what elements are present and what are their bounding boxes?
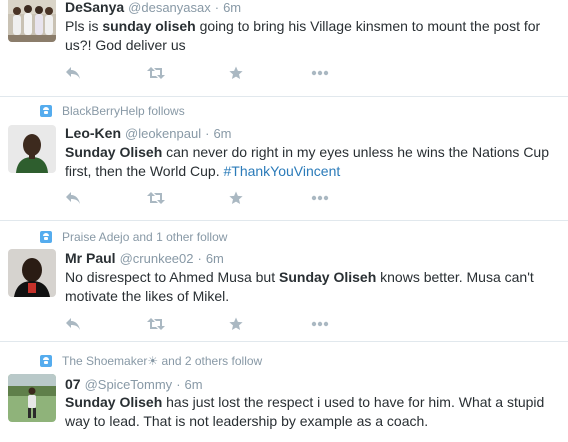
follow-context-text[interactable]: The Shoemaker☀ and 2 others follow [62,354,262,368]
follow-context: BlackBerryHelp follows [40,104,185,118]
reply-icon [66,67,80,79]
tweet-username[interactable]: @crunkee02 [120,251,194,266]
separator-dot: · [197,251,202,266]
reply-button[interactable] [65,190,147,206]
more-button[interactable] [311,190,393,206]
follow-context: Praise Adejo and 1 other follow [40,230,227,244]
tweet-text: Sunday Oliseh has just lost the respect … [65,393,560,431]
tweet-username[interactable]: @SpiceTommy [85,377,173,392]
reply-icon [66,318,80,330]
more-button[interactable] [311,65,393,81]
tweet-timestamp[interactable]: 6m [185,377,203,392]
tweet-leo-ken[interactable]: BlackBerryHelp follows Leo-Ken @leokenpa… [0,97,568,221]
more-icon [311,321,329,327]
tweet-timestamp[interactable]: 6m [206,251,224,266]
reply-icon [66,192,80,204]
avatar[interactable] [8,374,56,422]
follow-context-icon [40,105,52,117]
retweet-icon [147,192,165,204]
favorite-button[interactable] [229,190,311,206]
favorite-button[interactable] [229,65,311,81]
tweet-desanya[interactable]: DeSanya @desanyasax · 6m Pls is sunday o… [0,0,568,97]
tweet-username[interactable]: @desanyasax [128,0,211,15]
follow-context: The Shoemaker☀ and 2 others follow [40,354,262,368]
search-term-highlight: Sunday Oliseh [65,394,163,410]
tweet-actions [65,190,393,206]
avatar[interactable] [8,249,56,297]
tweet-text-part: No disrespect to Ahmed Musa but [65,269,279,285]
retweet-button[interactable] [147,190,229,206]
separator-dot: · [205,126,210,141]
retweet-icon [147,67,165,79]
favorite-icon [229,317,243,330]
tweet-actions [65,65,393,81]
separator-dot: · [176,377,181,392]
avatar[interactable] [8,0,56,42]
tweet-timestamp[interactable]: 6m [213,126,231,141]
favorite-button[interactable] [229,316,311,332]
tweet-username[interactable]: @leokenpaul [125,126,201,141]
hashtag-link[interactable]: #ThankYouVincent [223,163,340,179]
search-term-highlight: Sunday Oliseh [279,269,377,285]
separator-dot: · [214,0,220,15]
more-icon [311,195,329,201]
follow-context-text[interactable]: Praise Adejo and 1 other follow [62,230,227,244]
tweet-fullname[interactable]: Leo-Ken [65,125,121,141]
follow-context-icon [40,355,52,367]
follow-context-text[interactable]: BlackBerryHelp follows [62,104,185,118]
more-icon [311,70,329,76]
reply-button[interactable] [65,316,147,332]
tweet-fullname[interactable]: DeSanya [65,0,124,15]
follow-context-icon [40,231,52,243]
favorite-icon [229,66,243,79]
retweet-icon [147,318,165,330]
reply-button[interactable] [65,65,147,81]
tweet-timestamp[interactable]: 6m [223,0,241,15]
tweet-fullname[interactable]: Mr Paul [65,250,116,266]
tweet-actions [65,316,393,332]
tweet-spicetommy[interactable]: The Shoemaker☀ and 2 others follow 07 @S… [0,342,568,442]
retweet-button[interactable] [147,316,229,332]
tweet-text: No disrespect to Ahmed Musa but Sunday O… [65,268,560,306]
tweet-mr-paul[interactable]: Praise Adejo and 1 other follow Mr Paul … [0,221,568,342]
more-button[interactable] [311,316,393,332]
search-term-highlight: Sunday Oliseh [65,144,163,160]
tweet-text: Pls is sunday oliseh going to bring his … [65,17,560,55]
retweet-button[interactable] [147,65,229,81]
avatar[interactable] [8,125,56,173]
tweet-text: Sunday Oliseh can never do right in my e… [65,143,560,181]
tweet-fullname[interactable]: 07 [65,376,81,392]
tweet-text-part: Pls is [65,18,103,34]
favorite-icon [229,191,243,204]
search-term-highlight: sunday oliseh [102,18,196,34]
